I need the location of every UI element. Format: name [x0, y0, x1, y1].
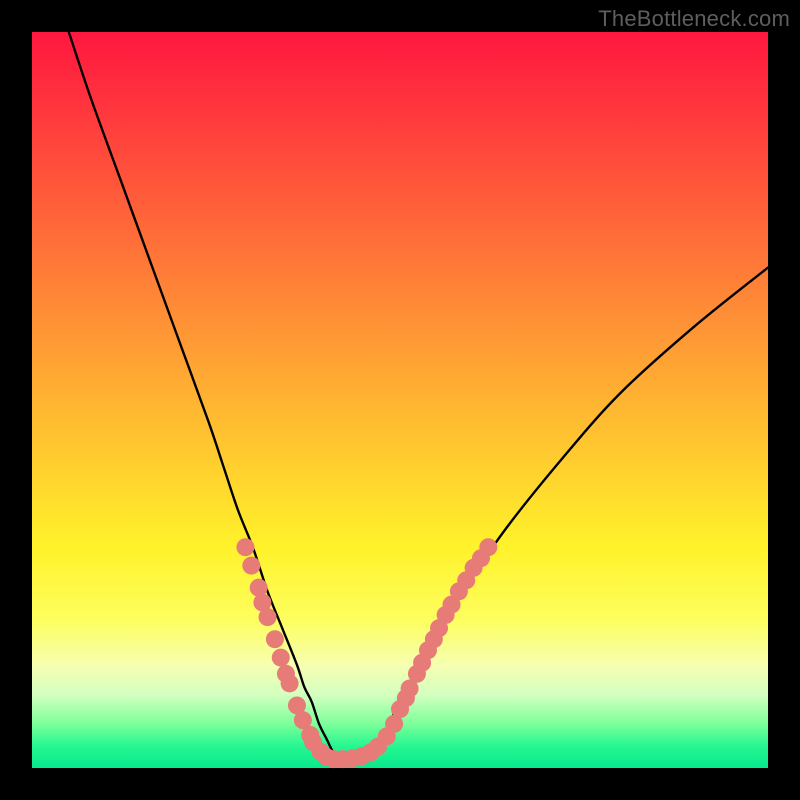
highlight-dots: [236, 538, 497, 768]
watermark-text: TheBottleneck.com: [598, 6, 790, 32]
highlight-dot: [479, 538, 497, 556]
highlight-dot: [259, 608, 277, 626]
chart-frame: TheBottleneck.com: [0, 0, 800, 800]
v-curve: [69, 32, 768, 761]
plot-area: [32, 32, 768, 768]
highlight-dot: [281, 674, 299, 692]
highlight-dot: [236, 538, 254, 556]
highlight-dot: [242, 557, 260, 575]
chart-svg: [32, 32, 768, 768]
highlight-dot: [266, 630, 284, 648]
highlight-dot: [272, 649, 290, 667]
